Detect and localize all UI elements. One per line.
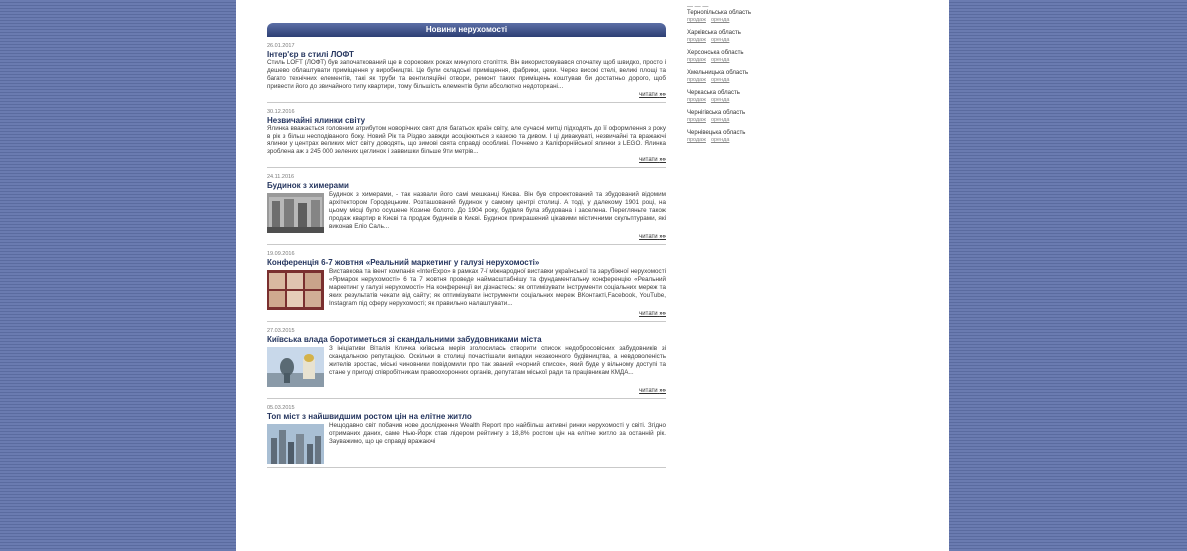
region-rent-link[interactable]: оренда: [711, 17, 729, 23]
news-excerpt: Стиль LOFT (ЛОФТ) був започаткований ще …: [267, 59, 666, 90]
region-name-link[interactable]: Хмельницька область: [687, 70, 797, 77]
region-name-link[interactable]: Чернігівська область: [687, 110, 797, 117]
news-excerpt: Нещодавно світ побачив нове дослідження …: [329, 422, 666, 446]
region-sale-link[interactable]: продаж: [687, 117, 706, 123]
news-date: 26.01.2017: [267, 43, 295, 49]
region-name-link[interactable]: Херсонська область: [687, 50, 797, 57]
news-excerpt: З ініціативи Віталія Кличка київська мер…: [329, 345, 666, 376]
news-excerpt: Виставкова та івент компанія «InterExpo»…: [329, 268, 666, 307]
news-excerpt: Будинок з химерами, - так назвали його с…: [329, 191, 666, 230]
news-title-link[interactable]: Будинок з химерами: [267, 181, 666, 190]
news-date: 19.09.2016: [267, 251, 295, 258]
news-item: 05.03.2015 Топ міст з найшвидшим ростом …: [267, 405, 666, 469]
read-more-arrow-icon: »»: [659, 311, 666, 318]
read-more-arrow-icon: »»: [659, 388, 666, 395]
read-more-link[interactable]: читати »»: [267, 310, 666, 318]
read-more-link[interactable]: читати »»: [267, 91, 666, 99]
region-block: Черкаська область продаж оренда: [687, 90, 797, 104]
news-excerpt: Ялинка вважається головним атрибутом нов…: [267, 124, 666, 156]
news-column: Новини нерухомості 26.01.2017 Інтер'єр в…: [267, 23, 666, 469]
news-title-link[interactable]: Конференція 6-7 жовтня «Реальний маркети…: [267, 258, 666, 267]
region-sale-link[interactable]: продаж: [687, 77, 706, 83]
region-block: Чернівецька область продаж оренда: [687, 130, 797, 144]
region-sale-link[interactable]: продаж: [687, 17, 706, 23]
read-more-arrow-icon: »»: [659, 234, 666, 241]
news-item: 27.03.2015 Київська влада боротиметься з…: [267, 328, 666, 400]
news-date: 05.03.2015: [267, 405, 295, 412]
page-content: Новини нерухомості 26.01.2017 Інтер'єр в…: [236, 0, 949, 551]
region-block: Хмельницька область продаж оренда: [687, 70, 797, 84]
region-block: Харківська область продаж оренда: [687, 30, 797, 44]
region-rent-link[interactable]: оренда: [711, 97, 729, 103]
news-date: 30.12.2016: [267, 108, 295, 115]
news-item: 19.09.2016 Конференція 6-7 жовтня «Реаль…: [267, 251, 666, 323]
region-rent-link[interactable]: оренда: [711, 37, 729, 43]
news-thumbnail-image[interactable]: [267, 193, 324, 234]
region-sale-link[interactable]: продаж: [687, 37, 706, 43]
news-thumbnail-image[interactable]: [267, 347, 324, 388]
news-title-link[interactable]: Київська влада боротиметься зі скандальн…: [267, 335, 666, 344]
region-block: Чернігівська область продаж оренда: [687, 110, 797, 124]
region-sale-link[interactable]: продаж: [687, 137, 706, 143]
region-rent-link[interactable]: оренда: [711, 137, 729, 143]
read-more-arrow-icon: »»: [659, 157, 666, 164]
news-section-header: Новини нерухомості: [267, 23, 666, 37]
news-thumbnail-image[interactable]: [267, 424, 324, 465]
region-rent-link[interactable]: оренда: [711, 77, 729, 83]
region-rent-link[interactable]: оренда: [711, 57, 729, 63]
read-more-link[interactable]: читати »»: [267, 233, 666, 241]
region-block: Херсонська область продаж оренда: [687, 50, 797, 64]
region-block: Тернопільська область продаж оренда: [687, 10, 797, 24]
news-title-link[interactable]: Незвичайні ялинки світу: [267, 116, 666, 125]
news-date: 27.03.2015: [267, 328, 295, 335]
news-title-link[interactable]: Інтер'єр в стилі ЛОФТ: [267, 50, 666, 59]
region-name-link[interactable]: Чернівецька область: [687, 130, 797, 137]
news-date: 24.11.2016: [267, 174, 295, 181]
region-sale-link[interactable]: продаж: [687, 97, 706, 103]
region-name-link[interactable]: Харківська область: [687, 30, 797, 37]
region-sale-link[interactable]: продаж: [687, 57, 706, 63]
region-name-link[interactable]: Тернопільська область: [687, 10, 797, 17]
region-name-link[interactable]: Черкаська область: [687, 90, 797, 97]
news-title-link[interactable]: Топ міст з найшвидшим ростом цін на еліт…: [267, 412, 666, 421]
news-thumbnail-image[interactable]: [267, 270, 324, 311]
region-rent-link[interactable]: оренда: [711, 117, 729, 123]
news-item: 26.01.2017 Інтер'єр в стилі ЛОФТ Стиль L…: [267, 43, 666, 103]
read-more-link[interactable]: читати »»: [267, 156, 666, 164]
read-more-arrow-icon: »»: [659, 91, 666, 98]
regions-sidebar: — — — Тернопільська область продаж оренда…: [687, 4, 797, 150]
news-item: 24.11.2016 Будинок з химерами Будинок з …: [267, 174, 666, 246]
news-item: 30.12.2016 Незвичайні ялинки світу Ялинк…: [267, 109, 666, 169]
read-more-link[interactable]: читати »»: [267, 387, 666, 395]
